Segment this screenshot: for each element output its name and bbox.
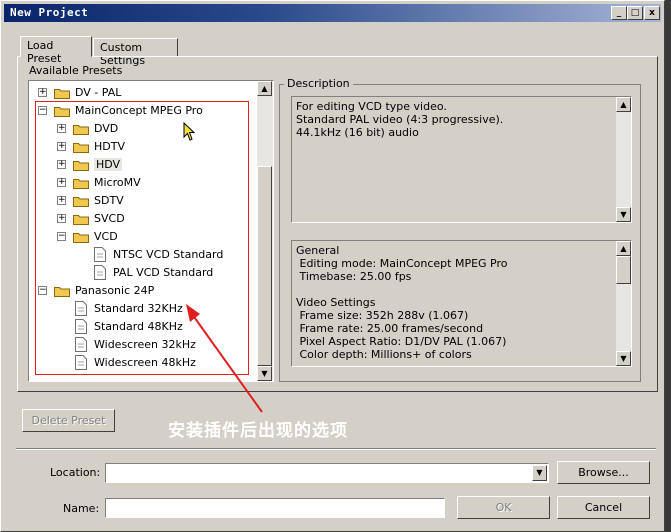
folder-icon <box>54 285 70 297</box>
description-scrollbar[interactable]: ▲ ▼ <box>616 97 631 222</box>
info-line: Editing mode: MainConcept MPEG Pro <box>296 257 508 270</box>
tree-item-label: SVCD <box>94 212 125 225</box>
preset-file-icon <box>94 247 106 262</box>
tree-item-label: DV - PAL <box>75 86 122 99</box>
info-line: For editing VCD type video. <box>296 100 447 113</box>
tree-item-label: Panasonic 24P <box>75 284 155 297</box>
tree-item-label: SDTV <box>94 194 124 207</box>
maximize-button[interactable]: □ <box>627 6 643 20</box>
scroll-up-icon[interactable]: ▲ <box>616 97 631 112</box>
tree-item-label: HDV <box>94 158 123 171</box>
delete-preset-button[interactable]: Delete Preset <box>22 409 115 432</box>
tree-item-label: Standard 32KHz <box>94 302 183 315</box>
annotation-arrow <box>186 304 263 413</box>
location-label: Location: <box>50 466 101 479</box>
tree-folder-item[interactable]: + HDTV <box>29 138 257 156</box>
collapse-icon[interactable]: − <box>57 232 66 241</box>
tree-item-label: NTSC VCD Standard <box>113 248 224 261</box>
tree-folder-item[interactable]: + SVCD <box>29 210 257 228</box>
ok-button[interactable]: OK <box>457 496 550 519</box>
tab-custom-settings[interactable]: Custom Settings <box>93 38 178 67</box>
expand-icon[interactable]: + <box>57 124 66 133</box>
scroll-up-icon[interactable]: ▲ <box>616 241 631 256</box>
preset-file-icon <box>75 319 87 334</box>
general-scroll-thumb[interactable] <box>616 256 631 284</box>
preset-file-icon <box>75 337 87 352</box>
info-line: Color depth: Millions+ of colors <box>296 348 472 361</box>
scroll-down-icon[interactable]: ▼ <box>616 207 631 222</box>
tree-item-label: MicroMV <box>94 176 141 189</box>
tree-item-label: MainConcept MPEG Pro <box>75 104 203 117</box>
expand-icon[interactable]: + <box>57 178 66 187</box>
info-line: Video Settings <box>296 296 376 309</box>
divider <box>16 448 656 450</box>
collapse-icon[interactable]: − <box>38 286 47 295</box>
preset-file-icon <box>75 355 87 370</box>
preset-file-icon <box>94 265 106 280</box>
browse-button[interactable]: Browse... <box>557 461 650 484</box>
tree-preset-item[interactable]: PAL VCD Standard <box>29 264 257 282</box>
title-bar[interactable]: New Project _ □ x <box>4 4 661 22</box>
expand-icon[interactable]: + <box>57 160 66 169</box>
scroll-up-icon[interactable]: ▲ <box>257 81 272 96</box>
expand-icon[interactable]: + <box>57 196 66 205</box>
tree-item-label: VCD <box>94 230 118 243</box>
available-presets-label: Available Presets <box>29 64 123 77</box>
name-label: Name: <box>63 502 100 515</box>
annotation-text: 安装插件后出现的选项 <box>168 421 348 441</box>
mouse-cursor-icon <box>183 122 195 141</box>
chevron-down-icon[interactable]: ▼ <box>532 465 547 481</box>
tab-load-preset[interactable]: Load Preset <box>20 36 92 65</box>
general-info-box: General Editing mode: MainConcept MPEG P… <box>291 240 632 367</box>
info-line: 44.1kHz (16 bit) audio <box>296 126 419 139</box>
info-line: Frame size: 352h 288v (1.067) <box>296 309 469 322</box>
tree-folder-item[interactable]: + SDTV <box>29 192 257 210</box>
close-button[interactable]: x <box>644 6 660 20</box>
window-title: New Project <box>10 6 89 19</box>
folder-icon <box>73 231 89 243</box>
folder-icon <box>73 159 89 171</box>
expand-icon[interactable]: + <box>57 214 66 223</box>
tree-folder-item[interactable]: − VCD <box>29 228 257 246</box>
collapse-icon[interactable]: − <box>38 106 47 115</box>
location-dropdown[interactable]: ▼ <box>105 463 549 483</box>
tree-item-label: HDTV <box>94 140 125 153</box>
folder-icon <box>73 177 89 189</box>
folder-icon <box>73 123 89 135</box>
info-line: Timebase: 25.00 fps <box>296 270 412 283</box>
folder-icon <box>73 141 89 153</box>
tree-folder-item[interactable]: + HDV <box>29 156 257 174</box>
expand-icon[interactable]: + <box>38 88 47 97</box>
name-field[interactable] <box>105 498 445 518</box>
tree-preset-item[interactable]: NTSC VCD Standard <box>29 246 257 264</box>
tree-folder-item[interactable]: + MicroMV <box>29 174 257 192</box>
description-legend: Description <box>284 77 353 90</box>
info-line: General <box>296 244 340 257</box>
scroll-down-icon[interactable]: ▼ <box>616 351 631 366</box>
tree-item-label: DVD <box>94 122 119 135</box>
folder-icon <box>73 213 89 225</box>
tree-folder-item[interactable]: − Panasonic 24P <box>29 282 257 300</box>
tree-folder-item[interactable]: − MainConcept MPEG Pro <box>29 102 257 120</box>
tree-folder-item[interactable]: + DVD <box>29 120 257 138</box>
cancel-button[interactable]: Cancel <box>557 496 650 519</box>
tree-item-label: Standard 48KHz <box>94 320 183 333</box>
info-line: Frame rate: 25.00 frames/second <box>296 322 484 335</box>
folder-icon <box>54 87 70 99</box>
description-box: For editing VCD type video. Standard PAL … <box>291 96 632 223</box>
folder-icon <box>54 105 70 117</box>
preset-file-icon <box>75 301 87 316</box>
info-line: Pixel Aspect Ratio: D1/DV PAL (1.067) <box>296 335 507 348</box>
info-line: Standard PAL video (4:3 progressive). <box>296 113 504 126</box>
info-line <box>296 283 508 296</box>
expand-icon[interactable]: + <box>57 142 66 151</box>
folder-icon <box>73 195 89 207</box>
general-scrollbar[interactable]: ▲ ▼ <box>616 241 631 366</box>
tree-folder-item[interactable]: + DV - PAL <box>29 84 257 102</box>
tree-item-label: PAL VCD Standard <box>113 266 214 279</box>
minimize-button[interactable]: _ <box>611 6 627 20</box>
